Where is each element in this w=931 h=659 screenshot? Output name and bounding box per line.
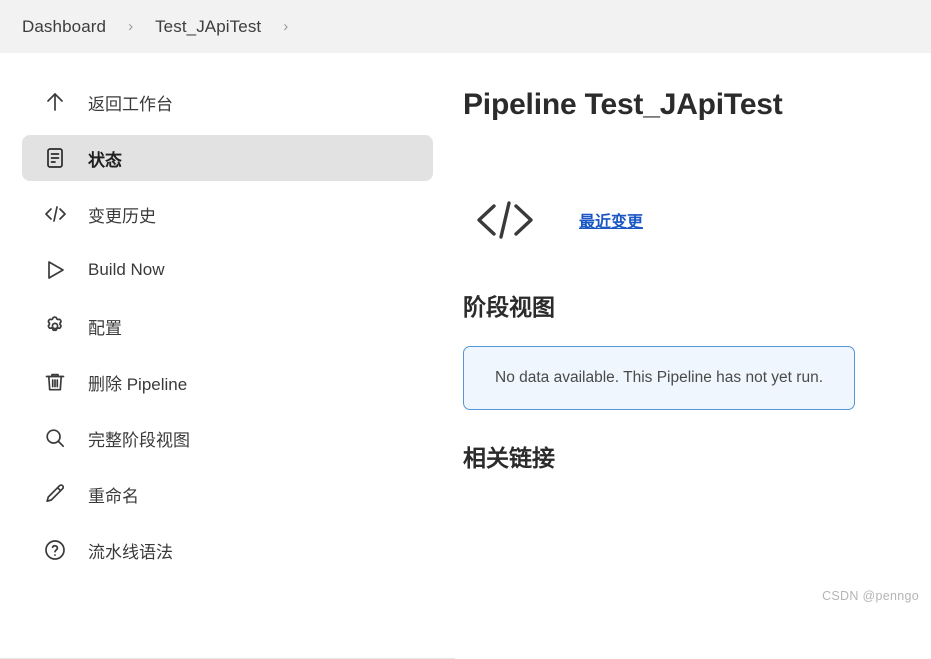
sidebar-item-label: 流水线语法: [88, 542, 173, 562]
sidebar-item-delete-pipeline[interactable]: 删除 Pipeline: [22, 359, 433, 405]
gear-icon: [40, 314, 70, 338]
sidebar-item-label: 变更历史: [88, 206, 156, 226]
breadcrumb-header: Dashboard › Test_JApiTest ›: [0, 0, 931, 53]
sidebar-item-label: Build Now: [88, 260, 165, 279]
sidebar-item-configure[interactable]: 配置: [22, 303, 433, 349]
related-links-heading: 相关链接: [463, 445, 555, 471]
sidebar-item-label: 返回工作台: [88, 94, 173, 114]
sidebar-item-full-stage-view[interactable]: 完整阶段视图: [22, 415, 433, 461]
sidebar-item-label: 重命名: [88, 486, 139, 506]
sidebar-item-change-history[interactable]: 变更历史: [22, 191, 433, 237]
watermark: CSDN @penngo: [822, 589, 919, 603]
stage-view-empty-box: No data available. This Pipeline has not…: [463, 346, 855, 410]
sidebar-item-pipeline-syntax[interactable]: 流水线语法: [22, 527, 433, 573]
chevron-right-icon: ›: [128, 18, 134, 35]
recent-changes-link[interactable]: 最近变更: [579, 208, 643, 232]
breadcrumb-item-dashboard[interactable]: Dashboard: [22, 17, 106, 37]
help-circle-icon: [40, 538, 70, 562]
sidebar-item-rename[interactable]: 重命名: [22, 471, 433, 517]
recent-changes-row[interactable]: 最近变更: [473, 196, 931, 244]
chevron-right-icon: ›: [283, 18, 289, 35]
sidebar: 返回工作台 状态 变更历史 Build Now 配置 删除 Pipeline 完…: [0, 53, 455, 659]
stage-view-heading: 阶段视图: [463, 294, 555, 320]
page-title: Pipeline Test_JApiTest: [463, 88, 783, 121]
sidebar-item-label: 状态: [88, 150, 122, 170]
code-brackets-icon: [473, 196, 537, 244]
breadcrumb: Dashboard › Test_JApiTest ›: [22, 17, 310, 37]
sidebar-item-back-to-dashboard[interactable]: 返回工作台: [22, 79, 433, 125]
sidebar-item-build-now[interactable]: Build Now: [22, 247, 433, 293]
sidebar-item-status[interactable]: 状态: [22, 135, 433, 181]
pencil-icon: [40, 482, 70, 506]
sidebar-item-label: 删除 Pipeline: [88, 374, 188, 394]
sidebar-item-label: 配置: [88, 318, 122, 338]
main-content: Pipeline Test_JApiTest 最近变更 阶段视图 No data…: [455, 53, 931, 611]
document-status-icon: [40, 146, 70, 170]
code-brackets-icon: [40, 202, 70, 226]
trash-icon: [40, 370, 70, 394]
stage-view-empty-message: No data available. This Pipeline has not…: [495, 369, 823, 386]
sidebar-item-label: 完整阶段视图: [88, 430, 190, 450]
arrow-up-icon: [40, 90, 70, 114]
breadcrumb-item-job[interactable]: Test_JApiTest: [155, 17, 261, 37]
search-icon: [40, 426, 70, 450]
play-triangle-icon: [40, 258, 70, 282]
